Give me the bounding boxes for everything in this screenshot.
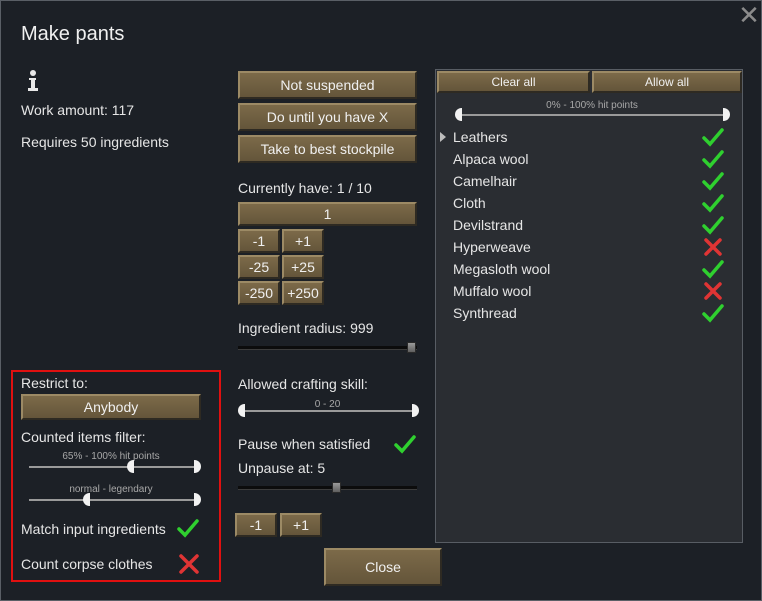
ingredient-label: Leathers [453, 129, 508, 145]
check-icon [702, 128, 724, 147]
quality-range-label: normal - legendary [69, 484, 153, 495]
check-icon [702, 304, 724, 323]
filter-hitpoints-label: 0% - 100% hit points [546, 100, 638, 111]
requires-ingredients: Requires 50 ingredients [21, 134, 169, 150]
pause-when-satisfied-checkbox[interactable] [394, 433, 416, 455]
ingredient-label: Alpaca wool [453, 151, 529, 167]
check-icon [177, 519, 199, 538]
unpause-at-label: Unpause at: 5 [238, 460, 326, 476]
ingredient-label: Megasloth wool [453, 261, 551, 277]
minus-1-button[interactable]: -1 [238, 229, 280, 253]
hitpoints-slider-track [29, 466, 195, 468]
store-mode-button[interactable]: Take to best stockpile [238, 135, 417, 163]
cross-icon [704, 282, 722, 300]
ingredient-allow-toggle[interactable] [702, 126, 724, 148]
ingredient-allow-toggle[interactable] [702, 258, 724, 280]
unpause-minus-1-button[interactable]: -1 [235, 513, 277, 537]
ingredient-label: Cloth [453, 195, 486, 211]
restrict-to-label: Restrict to: [21, 375, 88, 391]
plus-25-button[interactable]: +25 [282, 255, 324, 279]
check-icon [702, 150, 724, 169]
ingredient-radius-label: Ingredient radius: 999 [238, 320, 374, 336]
check-icon [394, 435, 416, 454]
expand-arrow-icon[interactable] [440, 132, 446, 142]
ingredient-allow-toggle[interactable] [702, 148, 724, 170]
ingredient-label: Hyperweave [453, 239, 531, 255]
check-icon [702, 172, 724, 191]
hitpoints-range-label: 65% - 100% hit points [62, 451, 160, 462]
check-icon [702, 260, 724, 279]
restrict-to-button[interactable]: Anybody [21, 394, 201, 420]
check-icon [702, 194, 724, 213]
unpause-plus-1-button[interactable]: +1 [280, 513, 322, 537]
quality-min-handle[interactable] [83, 493, 90, 506]
ingredient-allow-toggle[interactable] [702, 302, 724, 324]
info-icon[interactable] [26, 70, 40, 92]
skill-max-handle[interactable] [412, 404, 419, 417]
cross-icon [704, 238, 722, 256]
cross-icon [179, 554, 199, 574]
unpause-knob[interactable] [332, 482, 341, 493]
target-count-field[interactable]: 1 [238, 202, 417, 226]
allow-all-button[interactable]: Allow all [592, 71, 742, 93]
suspend-toggle-button[interactable]: Not suspended [238, 71, 417, 99]
currently-have-label: Currently have: 1 / 10 [238, 180, 372, 196]
ingredient-allow-toggle[interactable] [702, 214, 724, 236]
ingredient-label: Muffalo wool [453, 283, 532, 299]
ingredient-label: Camelhair [453, 173, 517, 189]
allowed-skill-label: Allowed crafting skill: [238, 376, 368, 392]
minus-250-button[interactable]: -250 [238, 281, 280, 305]
quality-slider-track [29, 499, 195, 501]
match-input-checkbox[interactable] [177, 517, 199, 539]
plus-1-button[interactable]: +1 [282, 229, 324, 253]
allowed-skill-track [241, 410, 413, 412]
match-input-label: Match input ingredients [21, 521, 166, 537]
ingredient-allow-toggle[interactable] [702, 192, 724, 214]
repeat-mode-button[interactable]: Do until you have X [238, 103, 417, 131]
ingredient-label: Devilstrand [453, 217, 524, 233]
plus-250-button[interactable]: +250 [282, 281, 324, 305]
check-icon [702, 216, 724, 235]
close-button[interactable]: Close [324, 548, 442, 586]
hitpoints-min-handle[interactable] [127, 460, 134, 473]
ingredient-allow-toggle[interactable] [702, 236, 724, 258]
counted-items-filter-label: Counted items filter: [21, 429, 146, 445]
unpause-track [238, 486, 417, 490]
ingredient-allow-toggle[interactable] [702, 170, 724, 192]
skill-min-handle[interactable] [238, 404, 245, 417]
dialog-title: Make pants [21, 23, 125, 45]
pause-when-satisfied-label: Pause when satisfied [238, 436, 371, 452]
ingredient-radius-knob[interactable] [407, 342, 416, 353]
clear-all-button[interactable]: Clear all [437, 71, 590, 93]
ingredient-allow-toggle[interactable] [702, 280, 724, 302]
ingredient-radius-track [238, 346, 417, 350]
count-corpse-label: Count corpse clothes [21, 556, 153, 572]
ingredient-label: Synthread [453, 305, 517, 321]
filter-hitpoints-min-handle[interactable] [455, 108, 462, 121]
minus-25-button[interactable]: -25 [238, 255, 280, 279]
count-corpse-checkbox[interactable] [178, 553, 200, 575]
filter-hitpoints-track [459, 114, 725, 116]
allowed-skill-range-label: 0 - 20 [314, 399, 341, 410]
bill-config-dialog: Make pants ✕ Work amount: 117 Requires 5… [0, 0, 762, 601]
work-amount: Work amount: 117 [21, 102, 135, 118]
close-icon[interactable]: ✕ [737, 2, 761, 28]
